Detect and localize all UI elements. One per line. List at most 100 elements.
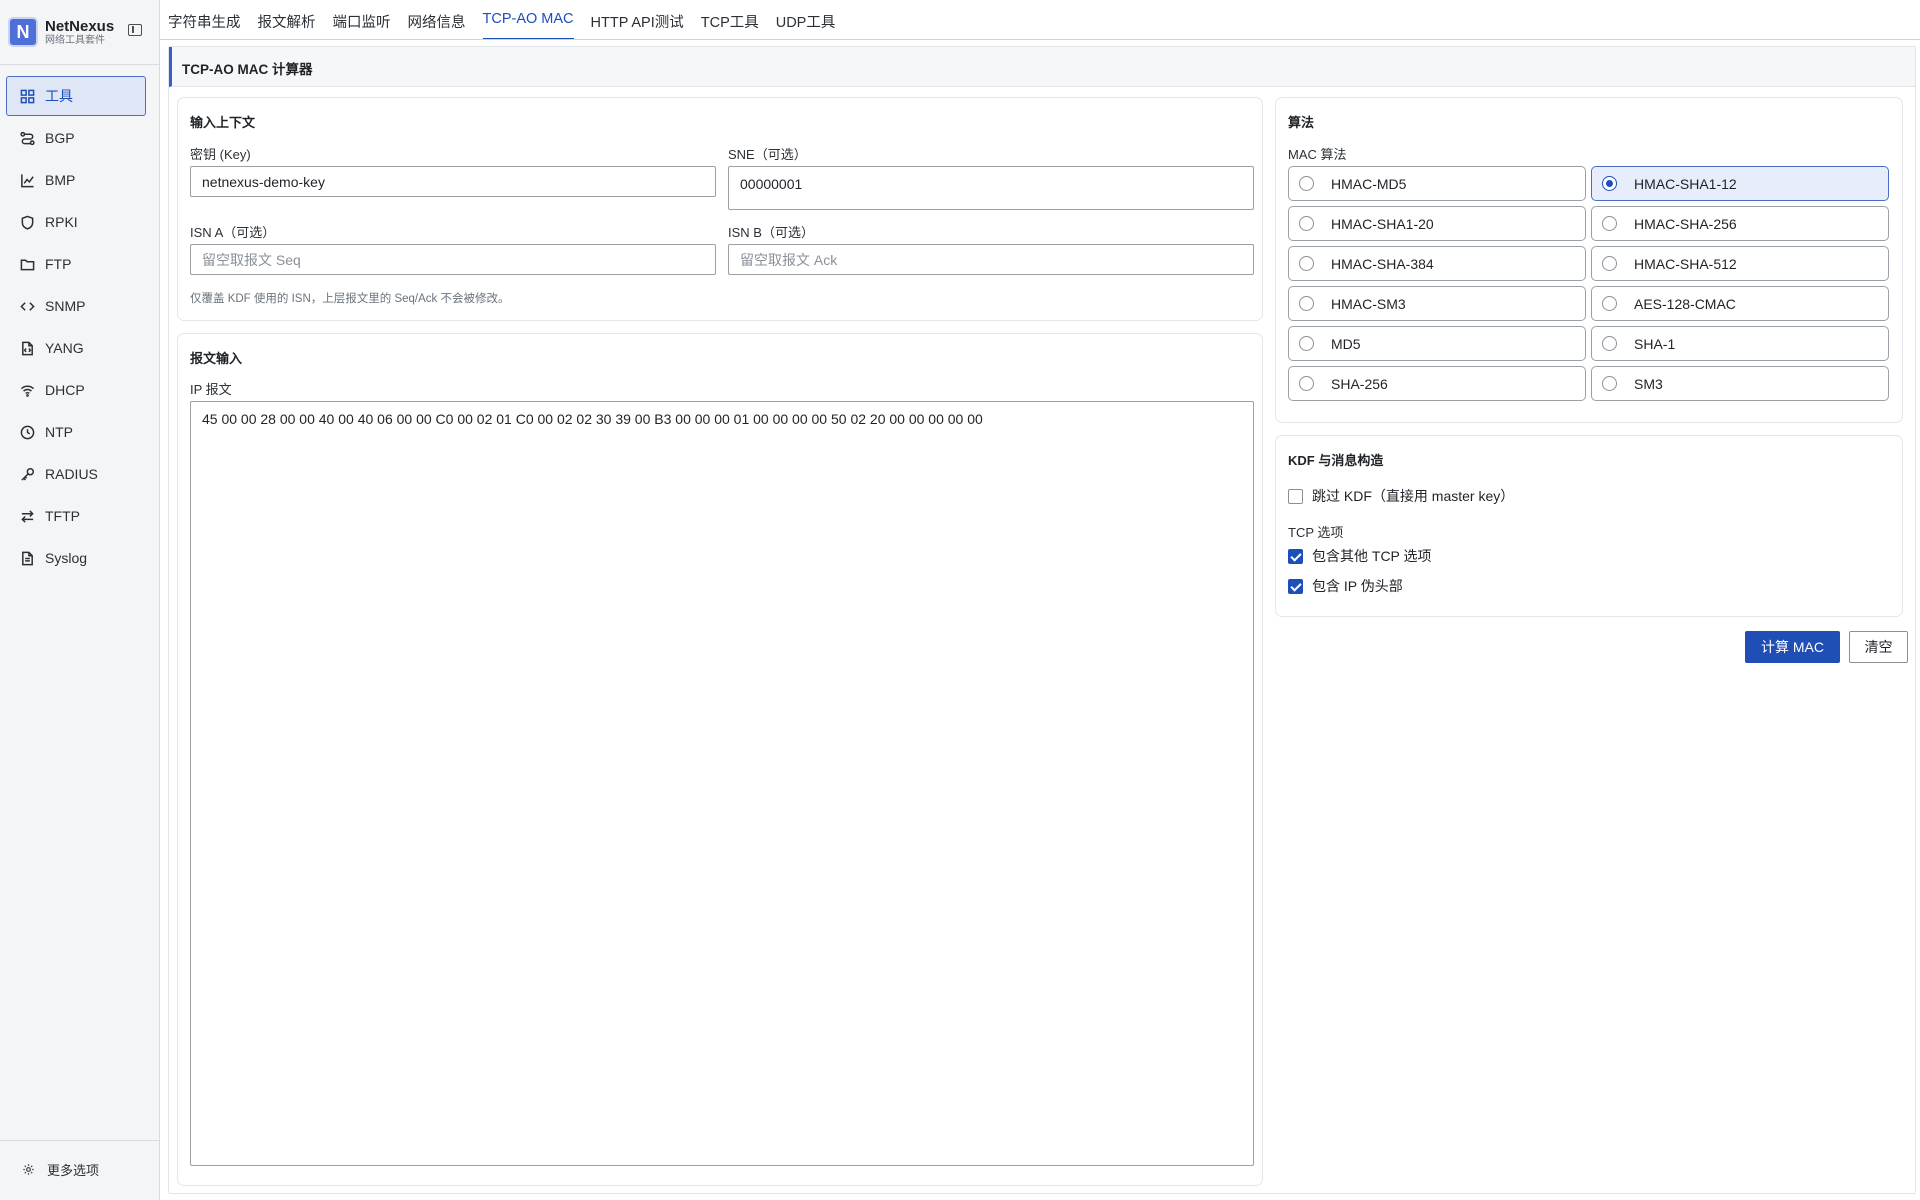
sidebar-item-label: DHCP	[45, 382, 85, 398]
input-context-card: 输入上下文 密钥 (Key) SNE（可选） 00000001 ISN A（可选…	[177, 97, 1263, 321]
panel-title: TCP-AO MAC 计算器	[169, 47, 1915, 87]
radio-circle	[1602, 296, 1617, 311]
radio-circle	[1299, 176, 1314, 191]
shield-icon	[19, 214, 35, 230]
radio-md5[interactable]: MD5	[1288, 326, 1586, 361]
sidebar-collapse-icon[interactable]	[128, 24, 142, 36]
file-code-icon	[19, 340, 35, 356]
radio-label: SHA-1	[1634, 335, 1676, 352]
sidebar-item-dhcp[interactable]: DHCP	[6, 370, 146, 410]
radio-circle	[1602, 176, 1617, 191]
tab-string-generate[interactable]: 字符串生成	[168, 0, 241, 40]
sne-input[interactable]: 00000001	[728, 166, 1254, 210]
sidebar-item-rpki[interactable]: RPKI	[6, 202, 146, 242]
radio-label: HMAC-SHA1-20	[1331, 215, 1434, 232]
skip-kdf-label: 跳过 KDF（直接用 master key）	[1312, 488, 1515, 504]
wifi-icon	[19, 382, 35, 398]
gear-icon	[23, 1164, 34, 1175]
clear-button[interactable]: 清空	[1849, 631, 1908, 663]
radio-hmac-sha-384[interactable]: HMAC-SHA-384	[1288, 246, 1586, 281]
radio-label: HMAC-SHA-512	[1634, 255, 1737, 272]
radio-sha-1[interactable]: SHA-1	[1591, 326, 1889, 361]
radio-hmac-sm3[interactable]: HMAC-SM3	[1288, 286, 1586, 321]
radio-hmac-md5[interactable]: HMAC-MD5	[1288, 166, 1586, 201]
radio-label: MD5	[1331, 335, 1361, 352]
radio-circle	[1299, 216, 1314, 231]
radio-label: HMAC-SM3	[1331, 295, 1406, 312]
route-icon	[19, 130, 35, 146]
radio-circle	[1602, 216, 1617, 231]
sidebar-item-label: Syslog	[45, 550, 88, 566]
sidebar-item-label: RADIUS	[45, 466, 98, 482]
packet-input-card: 报文输入 IP 报文 45 00 00 28 00 00 40 00 40 06…	[177, 333, 1263, 1186]
radio-label: HMAC-MD5	[1331, 175, 1407, 192]
radio-label: SM3	[1634, 375, 1663, 392]
mac-algorithm-label: MAC 算法	[1288, 147, 1347, 162]
tab-bar: 字符串生成 报文解析 端口监听 网络信息 TCP-AO MAC HTTP API…	[168, 0, 852, 40]
radio-circle	[1602, 256, 1617, 271]
tab-port-listen[interactable]: 端口监听	[333, 0, 391, 40]
isn-a-input[interactable]	[190, 244, 716, 275]
input-context-title: 输入上下文	[190, 115, 256, 130]
tab-udp-tool[interactable]: UDP工具	[776, 0, 836, 40]
tab-bar-divider	[160, 39, 1920, 40]
sidebar-item-ftp[interactable]: FTP	[6, 244, 146, 284]
radio-hmac-sha-512[interactable]: HMAC-SHA-512	[1591, 246, 1889, 281]
sidebar-item-tftp[interactable]: TFTP	[6, 496, 146, 536]
chart-icon	[19, 172, 35, 188]
sidebar: N NetNexus 网络工具套件 工具 BGP BMP RPKI FTP SN…	[0, 0, 160, 1200]
radio-sha-256[interactable]: SHA-256	[1288, 366, 1586, 401]
tab-tcp-tool[interactable]: TCP工具	[701, 0, 759, 40]
key-input[interactable]	[190, 166, 716, 197]
radio-hmac-sha-256[interactable]: HMAC-SHA-256	[1591, 206, 1889, 241]
radio-circle	[1299, 296, 1314, 311]
sidebar-item-label: NTP	[45, 424, 73, 440]
sidebar-item-label: TFTP	[45, 508, 80, 524]
radio-hmac-sha1-12[interactable]: HMAC-SHA1-12	[1591, 166, 1889, 201]
include-ip-pseudo-checkbox[interactable]: 包含 IP 伪头部	[1288, 576, 1403, 596]
brand-text: NetNexus 网络工具套件	[45, 18, 114, 47]
sidebar-item-label: FTP	[45, 256, 72, 272]
app-subtitle: 网络工具套件	[45, 34, 105, 46]
clock-icon	[19, 424, 35, 440]
sidebar-item-syslog[interactable]: Syslog	[6, 538, 146, 578]
sidebar-item-label: BMP	[45, 172, 76, 188]
radio-label: HMAC-SHA-384	[1331, 255, 1434, 272]
radio-hmac-sha1-20[interactable]: HMAC-SHA1-20	[1288, 206, 1586, 241]
sidebar-item-label: BGP	[45, 130, 75, 146]
radio-circle	[1602, 376, 1617, 391]
sidebar-item-tools[interactable]: 工具	[6, 76, 146, 116]
tab-http-api-test[interactable]: HTTP API测试	[591, 0, 684, 40]
sidebar-item-bmp[interactable]: BMP	[6, 160, 146, 200]
include-other-tcp-checkbox[interactable]: 包含其他 TCP 选项	[1288, 546, 1432, 566]
more-options-button[interactable]: 更多选项	[22, 1160, 99, 1179]
sne-label: SNE（可选）	[728, 147, 807, 162]
sidebar-item-label: 工具	[45, 88, 73, 104]
algorithm-title: 算法	[1288, 115, 1315, 130]
sidebar-item-label: RPKI	[45, 214, 78, 230]
kdf-card: KDF 与消息构造 跳过 KDF（直接用 master key） TCP 选项 …	[1275, 435, 1903, 617]
checkbox-box	[1288, 578, 1303, 594]
compute-mac-button[interactable]: 计算 MAC	[1745, 631, 1840, 663]
radio-label: SHA-256	[1331, 375, 1388, 392]
tab-network-info[interactable]: 网络信息	[408, 0, 466, 40]
key-icon	[19, 466, 35, 482]
sidebar-item-snmp[interactable]: SNMP	[6, 286, 146, 326]
sidebar-divider	[0, 64, 160, 65]
sidebar-item-bgp[interactable]: BGP	[6, 118, 146, 158]
sidebar-item-radius[interactable]: RADIUS	[6, 454, 146, 494]
ip-packet-textarea[interactable]: 45 00 00 28 00 00 40 00 40 06 00 00 C0 0…	[190, 401, 1254, 1166]
radio-label: AES-128-CMAC	[1634, 295, 1736, 312]
sidebar-item-yang[interactable]: YANG	[6, 328, 146, 368]
tab-packet-parse[interactable]: 报文解析	[258, 0, 316, 40]
checkbox-box	[1288, 548, 1303, 564]
radio-aes-128-cmac[interactable]: AES-128-CMAC	[1591, 286, 1889, 321]
tab-tcp-ao-mac[interactable]: TCP-AO MAC	[482, 0, 574, 40]
isn-b-input[interactable]	[728, 244, 1254, 275]
include-ip-pseudo-label: 包含 IP 伪头部	[1312, 578, 1403, 594]
isn-b-label: ISN B（可选）	[728, 225, 814, 240]
sidebar-item-ntp[interactable]: NTP	[6, 412, 146, 452]
radio-sm3[interactable]: SM3	[1591, 366, 1889, 401]
skip-kdf-checkbox[interactable]: 跳过 KDF（直接用 master key）	[1288, 486, 1514, 506]
ip-packet-label: IP 报文	[190, 382, 232, 397]
